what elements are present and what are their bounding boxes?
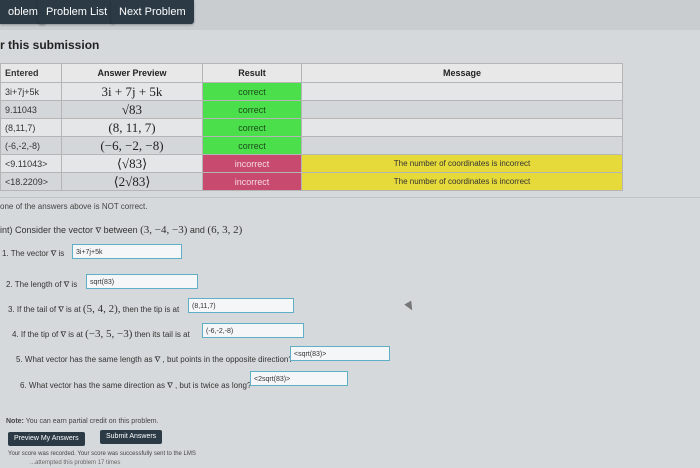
entered-cell: <9.11043> xyxy=(0,154,62,173)
answer-input-3[interactable]: (8,11,7) xyxy=(188,298,294,313)
question-text: is at xyxy=(66,305,81,314)
point-b: (6, 3, 2) xyxy=(207,224,243,236)
table-row: 3i+7j+5k 3i + 7j + 5k correct xyxy=(0,82,623,101)
vector-symbol: v̅ xyxy=(58,303,64,315)
message-cell xyxy=(301,100,623,119)
result-cell: incorrect xyxy=(202,154,302,173)
question-2: 2. The length of v̅ is xyxy=(6,278,77,290)
next-problem-button[interactable]: Next Problem xyxy=(111,0,194,24)
preview-cell: 3i + 7j + 5k xyxy=(61,82,203,101)
answer-input-2[interactable]: sqrt(83) xyxy=(86,274,198,289)
preview-cell: ⟨√83⟩ xyxy=(61,154,203,173)
question-text: If the tip of xyxy=(20,330,59,339)
col-preview: Answer Preview xyxy=(61,63,203,83)
message-cell: The number of coordinates is incorrect xyxy=(301,172,623,191)
vector-symbol: v̅ xyxy=(154,353,161,365)
point-a: (3, −4, −3) xyxy=(140,224,188,236)
problem-statement: int) Consider the vector v̅ between (3, … xyxy=(0,224,242,236)
question-text: What vector has the same length as xyxy=(24,355,153,364)
table-row: <9.11043> ⟨√83⟩ incorrect The number of … xyxy=(0,154,623,173)
question-number: 5. xyxy=(16,355,23,364)
entered-cell: (-6,-2,-8) xyxy=(0,136,62,155)
answer-input-5[interactable]: <sqrt(83)> xyxy=(290,346,390,361)
problem-prefix: int) Consider the vector xyxy=(0,225,94,235)
question-text: What vector has the same direction as xyxy=(28,381,165,390)
vector-symbol: v̅ xyxy=(95,224,102,236)
attempts-text: ...attempted this problem 17 times xyxy=(30,460,121,466)
question-text: then the tip is at xyxy=(122,305,180,314)
result-cell: correct xyxy=(202,136,302,155)
question-math: (5, 4, 2), xyxy=(82,303,121,315)
answer-input-1[interactable]: 3i+7j+5k xyxy=(72,244,182,259)
table-row: <18.2209> ⟨2√83⟩ incorrect The number of… xyxy=(0,172,623,191)
result-cell: correct xyxy=(202,118,302,137)
message-cell xyxy=(301,136,623,155)
score-recorded: Your score was recorded. Your score was … xyxy=(8,451,196,457)
problem-between: between xyxy=(103,225,138,235)
question-number: 2. xyxy=(6,280,13,289)
question-number: 3. xyxy=(8,305,15,314)
message-cell: The number of coordinates is incorrect xyxy=(301,154,623,173)
preview-cell: √83 xyxy=(61,100,203,119)
submission-title: r this submission xyxy=(0,38,100,52)
submit-answers-button[interactable]: Submit Answers xyxy=(100,430,163,444)
question-text: , but points in the opposite direction? xyxy=(162,355,293,364)
problem-list-button[interactable]: Problem List xyxy=(38,0,116,24)
result-cell: correct xyxy=(202,100,302,119)
vector-symbol: v̅ xyxy=(50,247,57,259)
preview-answers-button[interactable]: Preview My Answers xyxy=(8,432,85,446)
question-text: then its tail is at xyxy=(134,330,190,339)
question-5: 5. What vector has the same length as v̅… xyxy=(16,353,293,365)
message-cell xyxy=(301,118,623,137)
col-message: Message xyxy=(301,63,623,83)
preview-cell: ⟨2√83⟩ xyxy=(61,172,203,191)
question-text: is at xyxy=(68,330,83,339)
vector-symbol: v̅ xyxy=(60,328,67,340)
question-1: 1. The vector v̅ is xyxy=(2,247,64,259)
vector-symbol: v̅ xyxy=(63,278,70,290)
preview-cell: (8, 11, 7) xyxy=(61,118,203,137)
table-header: Entered Answer Preview Result Message xyxy=(0,63,623,83)
question-number: 1. xyxy=(2,249,9,258)
note: Note: You can earn partial credit on thi… xyxy=(6,418,159,425)
answer-input-6[interactable]: <2sqrt(83)> xyxy=(250,371,348,386)
question-text: is xyxy=(71,280,78,289)
table-row: (8,11,7) (8, 11, 7) correct xyxy=(0,118,623,137)
question-math: (−3, 5, −3) xyxy=(85,328,133,340)
question-text: , but is twice as long? xyxy=(174,381,252,390)
divider xyxy=(0,197,700,198)
question-number: 4. xyxy=(12,330,19,339)
entered-cell: 9.11043 xyxy=(0,100,62,119)
question-4: 4. If the tip of v̅ is at (−3, 5, −3) th… xyxy=(12,328,190,340)
question-text: The length of xyxy=(14,280,62,289)
entered-cell: <18.2209> xyxy=(0,172,62,191)
mouse-cursor-icon xyxy=(404,300,416,313)
result-cell: correct xyxy=(202,82,302,101)
top-nav: oblem Problem List Next Problem xyxy=(0,0,700,30)
problem-and: and xyxy=(189,225,205,235)
table-row: 9.11043 √83 correct xyxy=(0,100,623,119)
question-text: If the tail of xyxy=(16,305,57,314)
note-label: Note: xyxy=(6,418,24,425)
results-table: Entered Answer Preview Result Message 3i… xyxy=(0,63,623,191)
table-row: (-6,-2,-8) (−6, −2, −8) correct xyxy=(0,136,623,155)
question-number: 6. xyxy=(20,381,27,390)
message-cell xyxy=(301,82,623,101)
note-text: You can earn partial credit on this prob… xyxy=(25,418,159,425)
result-cell: incorrect xyxy=(202,172,302,191)
entered-cell: 3i+7j+5k xyxy=(0,82,62,101)
col-entered: Entered xyxy=(0,63,62,83)
question-3: 3. If the tail of v̅ is at (5, 4, 2), th… xyxy=(8,303,179,315)
preview-cell: (−6, −2, −8) xyxy=(61,136,203,155)
question-text: is xyxy=(58,249,65,258)
entered-cell: (8,11,7) xyxy=(0,118,62,137)
question-text: The vector xyxy=(10,249,49,258)
vector-symbol: v̅ xyxy=(167,379,173,391)
question-6: 6. What vector has the same direction as… xyxy=(20,379,251,391)
answer-input-4[interactable]: (-6,-2,-8) xyxy=(202,323,304,338)
status-note: one of the answers above is NOT correct. xyxy=(0,202,148,211)
col-result: Result xyxy=(202,63,302,83)
